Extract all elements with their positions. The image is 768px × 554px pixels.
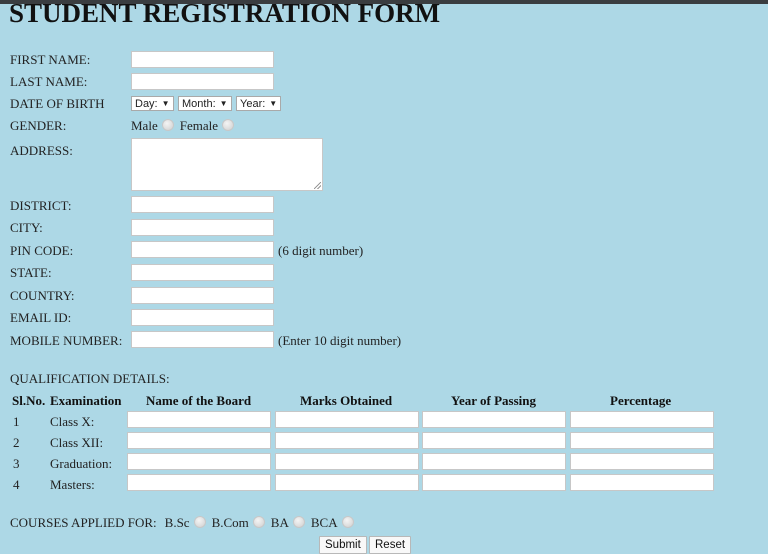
board-input[interactable] [127, 411, 271, 428]
row-exam: Graduation: [50, 456, 113, 471]
address-label: ADDRESS: [10, 143, 73, 158]
qualification-title: QUALIFICATION DETAILS: [10, 371, 170, 386]
gender-options: Male Female [131, 117, 240, 135]
row-exam: Masters: [50, 477, 95, 492]
district-input[interactable] [131, 196, 274, 213]
pin-code-input[interactable] [131, 241, 274, 258]
header-examination: Examination [50, 393, 122, 408]
dropdown-arrow-icon: ▼ [161, 99, 170, 108]
course-bcom-radio[interactable] [252, 516, 265, 528]
gender-female-radio[interactable] [221, 119, 234, 131]
year-input[interactable] [422, 474, 566, 491]
page-title: STUDENT REGISTRATION FORM [9, 0, 441, 28]
gender-male-label: Male [131, 118, 158, 133]
row-sl: 4 [13, 477, 20, 492]
marks-input[interactable] [275, 474, 419, 491]
courses-label: COURSES APPLIED FOR: [10, 515, 157, 530]
email-label: EMAIL ID: [10, 310, 72, 325]
percentage-input[interactable] [570, 432, 714, 449]
city-input[interactable] [131, 219, 274, 236]
dropdown-arrow-icon: ▼ [219, 99, 228, 108]
course-ba-label: BA [270, 515, 289, 530]
header-board: Name of the Board [146, 393, 252, 408]
first-name-input[interactable] [131, 51, 274, 68]
year-input[interactable] [422, 453, 566, 470]
month-select-value: Month: [182, 97, 216, 110]
header-marks: Marks Obtained [300, 393, 393, 408]
year-select[interactable]: Year: ▼ [236, 96, 282, 111]
marks-input[interactable] [275, 432, 419, 449]
year-input[interactable] [422, 411, 566, 428]
course-bca-radio[interactable] [341, 516, 354, 528]
percentage-input[interactable] [570, 411, 714, 428]
course-ba-radio[interactable] [292, 516, 305, 528]
gender-female-label: Female [179, 118, 218, 133]
address-textarea[interactable] [131, 138, 323, 191]
year-input[interactable] [422, 432, 566, 449]
gender-label: GENDER: [10, 118, 67, 133]
day-select-value: Day: [135, 97, 158, 110]
dob-label: DATE OF BIRTH [10, 96, 105, 111]
percentage-input[interactable] [570, 453, 714, 470]
header-year: Year of Passing [451, 393, 536, 408]
courses-row: COURSES APPLIED FOR: B.Sc B.Com BA BCA [10, 514, 360, 532]
month-select[interactable]: Month: ▼ [178, 96, 232, 111]
submit-button[interactable]: Submit [319, 536, 367, 554]
dropdown-arrow-icon: ▼ [269, 99, 278, 108]
row-exam: Class X: [50, 414, 95, 429]
board-input[interactable] [127, 432, 271, 449]
course-bcom-label: B.Com [211, 515, 249, 530]
course-bsc-radio[interactable] [193, 516, 206, 528]
course-bca-label: BCA [310, 515, 338, 530]
row-sl: 1 [13, 414, 20, 429]
last-name-input[interactable] [131, 73, 274, 90]
mobile-input[interactable] [131, 331, 274, 348]
percentage-input[interactable] [570, 474, 714, 491]
email-input[interactable] [131, 309, 274, 326]
reset-button[interactable]: Reset [369, 536, 412, 554]
gender-male-radio[interactable] [161, 119, 174, 131]
course-bsc-label: B.Sc [164, 515, 190, 530]
first-name-label: FIRST NAME: [10, 52, 91, 67]
marks-input[interactable] [275, 411, 419, 428]
last-name-label: LAST NAME: [10, 74, 88, 89]
resize-grip-icon[interactable] [314, 182, 321, 189]
pin-code-label: PIN CODE: [10, 243, 74, 258]
header-percentage: Percentage [610, 393, 672, 408]
marks-input[interactable] [275, 453, 419, 470]
row-sl: 2 [13, 435, 20, 450]
board-input[interactable] [127, 474, 271, 491]
state-label: STATE: [10, 265, 52, 280]
country-input[interactable] [131, 287, 274, 304]
district-label: DISTRICT: [10, 198, 72, 213]
header-slno: Sl.No. [12, 393, 46, 408]
row-sl: 3 [13, 456, 20, 471]
city-label: CITY: [10, 220, 43, 235]
pin-code-hint: (6 digit number) [278, 243, 364, 258]
mobile-hint: (Enter 10 digit number) [278, 333, 402, 348]
state-input[interactable] [131, 264, 274, 281]
country-label: COUNTRY: [10, 288, 75, 303]
day-select[interactable]: Day: ▼ [131, 96, 174, 111]
year-select-value: Year: [240, 97, 266, 110]
row-exam: Class XII: [50, 435, 104, 450]
mobile-label: MOBILE NUMBER: [10, 333, 123, 348]
board-input[interactable] [127, 453, 271, 470]
